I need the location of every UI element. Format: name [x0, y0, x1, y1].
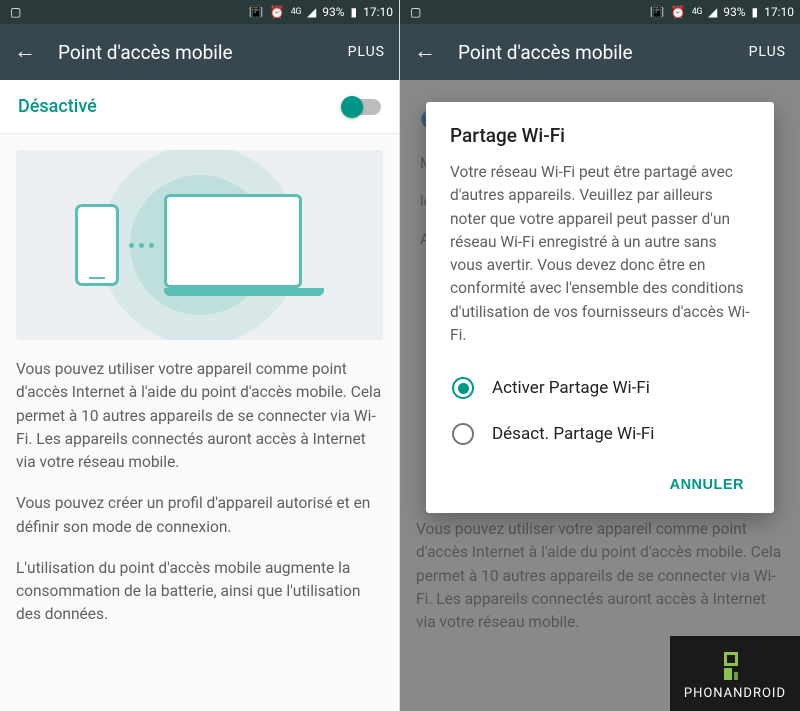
watermark: PHONANDROID — [670, 636, 800, 711]
radio-label: Désact. Partage Wi-Fi — [492, 424, 654, 444]
radio-unchecked-icon — [452, 423, 474, 445]
radio-enable-wifi-sharing[interactable]: Activer Partage Wi-Fi — [450, 365, 750, 411]
screen-hotspot-dialog: ▢ 📳 ⏰ 4G ◢ 93% ▮ 17:10 ← Point d'accès m… — [400, 0, 800, 711]
vibrate-icon: 📳 — [650, 5, 665, 19]
status-bar: ▢ 📳 ⏰ 4G ◢ 93% ▮ 17:10 — [0, 0, 399, 24]
hotspot-switch[interactable] — [343, 99, 381, 115]
screenshot-icon: ▢ — [10, 5, 21, 19]
network-indicator: 4G — [692, 7, 702, 17]
connection-dots-icon — [129, 243, 154, 248]
hotspot-toggle-row[interactable]: Désactivé — [0, 80, 399, 134]
battery-icon: ▮ — [752, 5, 759, 19]
network-indicator: 4G — [291, 7, 301, 17]
alarm-icon: ⏰ — [270, 5, 285, 19]
battery-percent: 93% — [322, 5, 344, 19]
phone-icon — [75, 204, 119, 286]
watermark-text: PHONANDROID — [684, 686, 786, 701]
description-text: Vous pouvez utiliser votre appareil comm… — [16, 358, 383, 627]
hotspot-illustration — [16, 150, 383, 340]
back-icon[interactable]: ← — [414, 41, 436, 63]
signal-icon: ◢ — [307, 5, 316, 19]
battery-icon: ▮ — [351, 5, 358, 19]
page-title: Point d'accès mobile — [458, 41, 727, 64]
description-p2: Vous pouvez créer un profil d'appareil a… — [16, 492, 383, 539]
dialog-message: Votre réseau Wi-Fi peut être partagé ave… — [450, 161, 750, 347]
wifi-sharing-dialog: Partage Wi-Fi Votre réseau Wi-Fi peut êt… — [426, 102, 774, 513]
content-area: Vous pouvez utiliser votre appareil comm… — [0, 134, 399, 661]
back-icon[interactable]: ← — [14, 41, 36, 63]
vibrate-icon: 📳 — [249, 5, 264, 19]
radio-disable-wifi-sharing[interactable]: Désact. Partage Wi-Fi — [450, 411, 750, 457]
radio-checked-icon — [452, 377, 474, 399]
screenshot-icon: ▢ — [410, 5, 421, 19]
cancel-button[interactable]: ANNULER — [664, 469, 750, 501]
app-bar: ← Point d'accès mobile PLUS — [400, 24, 800, 80]
clock: 17:10 — [363, 5, 393, 19]
laptop-icon — [164, 194, 324, 296]
signal-icon: ◢ — [708, 5, 717, 19]
status-bar: ▢ 📳 ⏰ 4G ◢ 93% ▮ 17:10 — [400, 0, 800, 24]
alarm-icon: ⏰ — [671, 5, 686, 19]
dialog-title: Partage Wi-Fi — [450, 124, 750, 147]
clock: 17:10 — [764, 5, 794, 19]
more-button[interactable]: PLUS — [348, 44, 385, 60]
page-title: Point d'accès mobile — [58, 41, 326, 64]
toggle-label: Désactivé — [18, 96, 343, 117]
description-p1: Vous pouvez utiliser votre appareil comm… — [16, 358, 383, 474]
radio-label: Activer Partage Wi-Fi — [492, 378, 650, 398]
screen-hotspot-main: ▢ 📳 ⏰ 4G ◢ 93% ▮ 17:10 ← Point d'accès m… — [0, 0, 400, 711]
phonandroid-logo-icon — [724, 652, 746, 680]
app-bar: ← Point d'accès mobile PLUS — [0, 24, 399, 80]
more-button[interactable]: PLUS — [749, 44, 786, 60]
description-p3: L'utilisation du point d'accès mobile au… — [16, 557, 383, 627]
battery-percent: 93% — [723, 5, 745, 19]
